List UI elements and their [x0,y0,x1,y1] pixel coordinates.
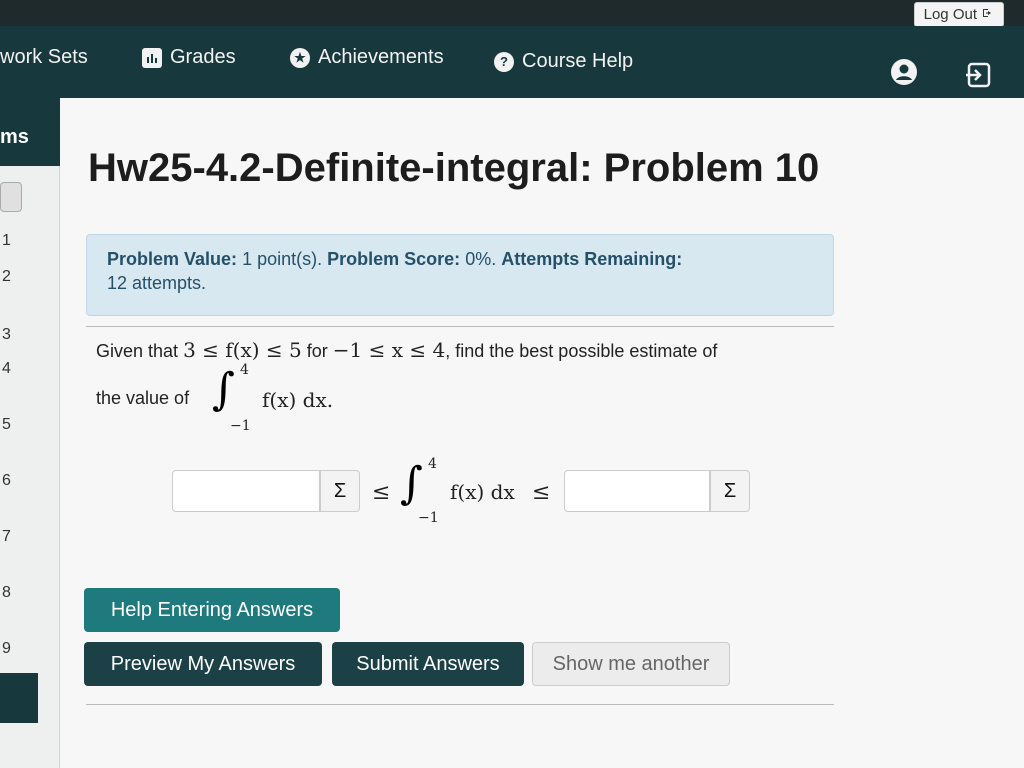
sidebar-item[interactable]: 4 [2,360,11,378]
integral-upper-limit: 4 [240,362,249,378]
inequality-fx: 3 ≤ f(x) ≤ 5 [183,338,302,362]
sign-out-icon [982,6,994,23]
nav-label: Grades [170,46,236,68]
nav-item-grades[interactable]: Grades [142,46,236,69]
nav-item-homework-sets[interactable]: work Sets [0,46,88,69]
star-icon: ★ [290,47,310,68]
submit-answers-button[interactable]: Submit Answers [332,642,524,686]
logout-button[interactable]: Log Out [913,2,1004,27]
leq-right: ≤ [532,480,551,505]
sidebar-footer-block [0,673,38,723]
attempts-label: Attempts Remaining: [501,249,683,269]
sigma-equation-editor-button[interactable]: Σ [710,470,750,512]
integrand: f(x) dx. [262,388,334,412]
lower-bound-input[interactable] [172,470,320,512]
sigma-equation-editor-button[interactable]: Σ [320,470,360,512]
answer-integral-sign: ∫ [400,458,423,509]
sidebar-item[interactable]: 9 [2,640,11,658]
divider-top [86,326,834,327]
sigma-icon: Σ [723,479,737,502]
answer-integrand: f(x) dx [450,480,515,504]
problem-line-2: the value of [96,388,189,409]
page-title: Hw25-4.2-Definite-integral: Problem 10 [88,146,820,190]
value-text: 1 point(s). [242,249,323,269]
nav-item-course-help[interactable]: ? Course Help [494,50,633,73]
problem-line-1: Given that 3 ≤ f(x) ≤ 5 for −1 ≤ x ≤ 4, … [96,338,717,362]
sidebar-item[interactable]: 5 [2,416,11,434]
preview-answers-button[interactable]: Preview My Answers [84,642,322,686]
sidebar-item[interactable]: 7 [2,528,11,546]
top-bar: Log Out [0,0,1024,27]
sidebar-item[interactable]: 8 [2,584,11,602]
nav-label: Achievements [318,46,444,68]
sidebar-header: ms [0,98,60,166]
nav-label: Course Help [522,50,634,72]
integral-sign: ∫ [212,364,235,415]
divider-bottom [86,704,834,705]
problem-line2-prefix: the value of [96,388,190,408]
integral-lower-limit: −1 [230,418,251,434]
answer-lower-limit: −1 [418,510,439,526]
value-label: Problem Value: [107,249,238,269]
bar-chart-icon [142,47,162,68]
sigma-icon: Σ [333,479,347,502]
user-icon[interactable] [890,58,918,91]
show-me-another-button[interactable]: Show me another [532,642,730,686]
question-icon: ? [494,51,514,72]
score-text: 0%. [465,249,497,269]
leq-left: ≤ [372,480,391,505]
upper-bound-input[interactable] [564,470,710,512]
nav-item-achievements[interactable]: ★ Achievements [290,46,444,69]
score-label: Problem Score: [327,249,461,269]
sidebar-button[interactable] [0,182,22,212]
problem-for: for [306,341,328,361]
exit-icon[interactable] [964,62,992,93]
sidebar-item[interactable]: 2 [2,268,11,286]
nav-label: work Sets [0,46,88,68]
logout-label: Log Out [923,6,977,23]
problem-suffix: , find the best possible estimate of [445,341,718,361]
answer-upper-limit: 4 [428,456,437,472]
problem-sidebar: ms 1 2 3 4 5 6 7 8 9 [0,98,60,768]
problem-prefix: Given that [96,341,179,361]
help-entering-answers-button[interactable]: Help Entering Answers [84,588,340,632]
sidebar-item[interactable]: 1 [2,232,11,250]
sidebar-item[interactable]: 3 [2,326,11,344]
main-navbar: work Sets Grades ★ Achievements ? Course… [0,26,1024,98]
main-content: Hw25-4.2-Definite-integral: Problem 10 P… [60,98,1024,768]
attempts-text: 12 attempts. [107,273,207,293]
sidebar-item[interactable]: 6 [2,472,11,490]
inequality-x: −1 ≤ x ≤ 4 [332,338,446,362]
problem-info-alert: Problem Value: 1 point(s). Problem Score… [86,234,834,316]
